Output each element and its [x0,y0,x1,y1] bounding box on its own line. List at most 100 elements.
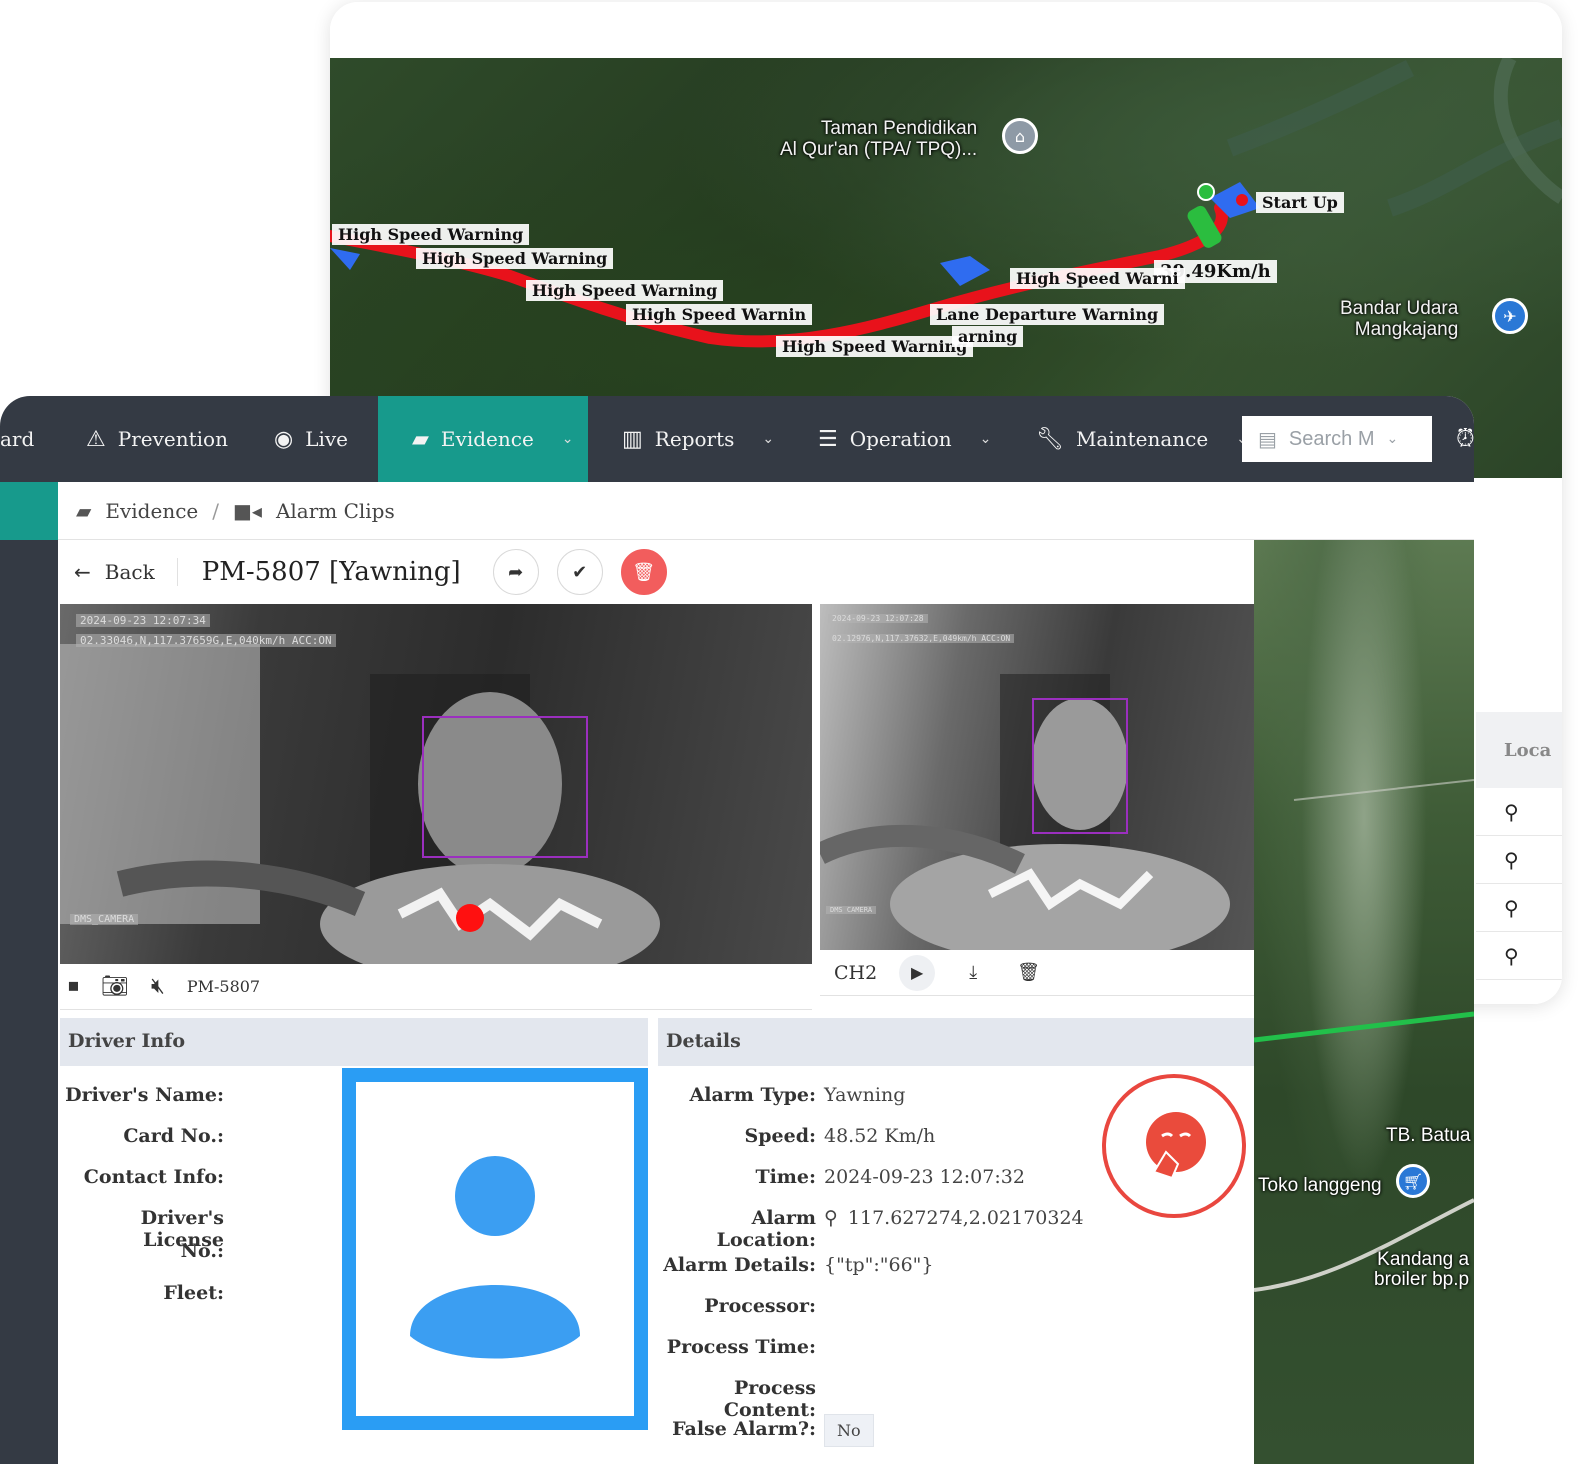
airport-pin-icon[interactable]: ✈ [1492,298,1528,334]
share-button[interactable]: ➦ [492,549,539,595]
search-input[interactable]: ▤ Search M ⌄ [1242,416,1432,462]
nav-label: Prevention [117,427,228,451]
warning-label[interactable]: High Speed Warni [1010,268,1185,289]
nav-maintenance[interactable]: 🔧︎ Maintenance ⌄ [1036,396,1248,482]
speed-label: Speed: [744,1125,816,1147]
nav-label: Reports [654,427,735,451]
breadcrumb-evidence[interactable]: Evidence [105,499,198,523]
trash-icon[interactable]: 🗑︎ [1017,962,1040,983]
mute-icon[interactable]: 🔇︎ [151,974,165,999]
ch2-timestamp: 2024-09-23 12:07:28 [828,614,928,623]
nav-label: Operation [849,427,952,451]
face-detection-box [1032,698,1128,834]
school-pin-icon[interactable]: ⌂ [1002,118,1038,154]
fleet-label: Fleet: [163,1282,224,1304]
license-label-cont: No.: [180,1240,224,1262]
nav-label: Maintenance [1075,427,1209,451]
airport-label: Bandar Udara Mangkajang [1340,298,1459,340]
ch2-video-controls: CH2 ▶ ⤓ 🗑︎ [820,950,1254,996]
alarm-location-text: 117.627274,2.02170324 [847,1207,1084,1229]
location-pin-icon[interactable]: ⚲ [1476,932,1562,980]
map-window-header [330,2,1562,58]
sidebar [0,482,58,1464]
warning-label[interactable]: High Speed Warning [332,224,530,245]
satellite-label: Kandang a broiler bp.p [1374,1249,1470,1290]
contact-info-label: Contact Info: [83,1166,224,1188]
bell-icon[interactable]: ⏰︎ [1456,424,1474,452]
sliders-icon: ☰ [818,426,838,452]
delete-button[interactable]: 🗑︎ [620,549,667,595]
download-icon[interactable]: ⤓ [969,962,977,983]
nav-evidence[interactable]: ▰ Evidence ⌄ [378,396,588,482]
top-navbar: ard ⚠ Prevention ◉ Live ▰ Evidence ⌄ ▥ R… [0,396,1474,482]
folder-icon: ▰ [76,498,92,523]
poi-label: Taman Pendidikan Al Qur'an (TPA/ TPQ)... [780,118,978,160]
back-button[interactable]: ← Back [74,558,178,586]
yawning-alarm-badge [1102,1074,1246,1218]
ch2-gps: 02.12976,N,117.37632,E,049km/h ACC:ON [828,634,1015,643]
ch2-camera-label: DMS CAMERA [826,906,877,914]
alarm-details-label: Alarm Details: [663,1254,816,1276]
main-video-player[interactable]: 2024-09-23 12:07:34 02.33046,N,117.37659… [60,604,812,964]
evidence-titlebar: ← Back PM-5807 [Yawning] ➦ ✔ 🗑︎ [58,540,1254,604]
false-alarm-badge: No [824,1414,874,1447]
channel-label: CH2 [834,961,878,984]
live-icon: ◉ [274,426,294,452]
location-pin-icon: ⚲ [824,1207,838,1229]
driver-info-header: Driver Info [60,1018,648,1066]
bar-chart-icon: ▥ [622,426,643,452]
video-plate-label: PM-5807 [186,977,261,996]
yawning-face-icon [1146,1112,1206,1180]
location-pin-icon[interactable]: ⚲ [1476,884,1562,932]
nav-prevention[interactable]: ⚠ Prevention [86,396,228,482]
warning-label[interactable]: High Speed Warning [526,280,724,301]
play-icon[interactable]: ▶ [899,954,936,991]
ch2-video-player[interactable]: 2024-09-23 12:07:28 02.12976,N,117.37632… [820,604,1254,950]
share-icon: ➦ [508,561,524,583]
evidence-window: ard ⚠ Prevention ◉ Live ▰ Evidence ⌄ ▥ R… [0,396,1474,1464]
time-value: 2024-09-23 12:07:32 [824,1166,1025,1188]
shop-pin-icon[interactable]: 🛒︎ [1396,1164,1430,1198]
time-label: Time: [755,1166,816,1188]
warning-label[interactable]: High Speed Warnin [626,304,813,325]
video-timestamp: 2024-09-23 12:07:34 [76,614,210,627]
nav-label: Evidence [440,427,534,451]
breadcrumb-separator: / [212,498,219,523]
location-pin-icon[interactable]: ⚲ [1476,788,1562,836]
track-list-panel: Loca ⚲ ⚲ ⚲ ⚲ [1476,512,1562,1004]
satellite-label: TB. Batua [1386,1125,1471,1146]
chevron-down-icon: ⌄ [561,431,574,447]
nav-operation[interactable]: ☰ Operation ⌄ [818,396,991,482]
nav-live[interactable]: ◉ Live [274,396,348,482]
search-icon: ▤ [1258,427,1277,451]
stop-icon[interactable]: ⏹︎ [68,974,79,999]
nav-reports[interactable]: ▥ Reports ⌄ [622,396,774,482]
warning-label[interactable]: arning [952,326,1024,347]
sidebar-active-item[interactable] [0,482,58,540]
confirm-button[interactable]: ✔ [556,549,603,595]
warning-label[interactable]: High Speed Warning [416,248,614,269]
arrow-left-icon: ← [74,560,91,584]
nav-dashboard[interactable]: ard [0,396,34,482]
process-content-label: Process Content: [723,1377,816,1421]
location-pin-icon[interactable]: ⚲ [1476,836,1562,884]
camera-icon[interactable]: 📷︎ [101,974,129,999]
alarm-type-value: Yawning [824,1084,906,1106]
video-gps: 02.33046,N,117.37659G,E,040km/h ACC:ON [76,634,336,647]
warning-label[interactable]: Lane Departure Warning [930,304,1165,325]
processor-label: Processor: [704,1295,816,1317]
speed-value: 48.52 Km/h [824,1125,936,1147]
driver-photo [342,1068,648,1430]
alarm-type-label: Alarm Type: [689,1084,816,1106]
folder-icon: ▰ [412,426,429,452]
alarm-location-value[interactable]: ⚲ 117.627274,2.02170324 [824,1207,1084,1229]
breadcrumb: ▰ Evidence / ■◂ Alarm Clips [58,482,1474,540]
warning-label[interactable]: High Speed Warning [776,336,974,357]
process-time-label: Process Time: [666,1336,816,1358]
chevron-down-icon: ⌄ [1386,431,1399,447]
start-label[interactable]: Start Up [1256,192,1344,213]
satellite-map-strip[interactable]: TB. Batua Toko langgeng 🛒︎ Kandang a bro… [1254,540,1474,1464]
location-column-header: Loca [1476,712,1562,788]
nav-label: Live [305,427,349,451]
warning-icon: ⚠ [86,426,106,452]
